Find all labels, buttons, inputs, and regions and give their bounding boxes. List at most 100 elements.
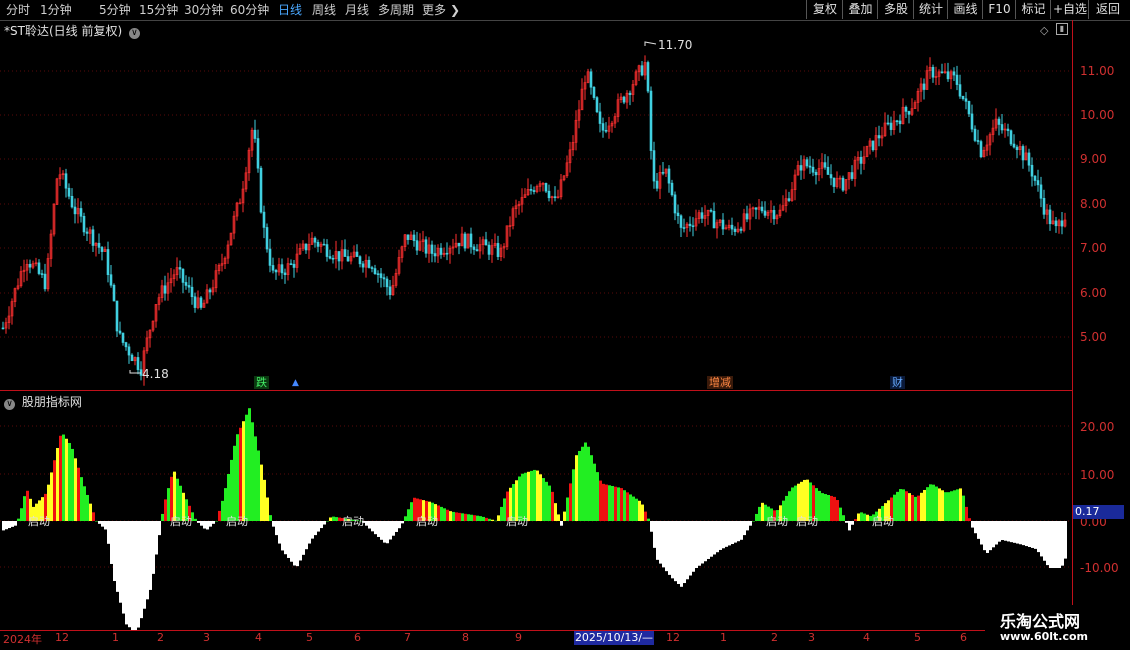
candle-body [355, 251, 359, 257]
indicator-bar [986, 521, 989, 553]
indicator-bar [122, 521, 125, 614]
indicator-bar [2, 521, 5, 531]
indicator-bar [950, 491, 953, 521]
indicator-bar [62, 434, 65, 521]
candle-body [385, 278, 389, 288]
indicator-bar [830, 495, 833, 521]
indicator-bar [149, 521, 152, 590]
indicator-bar [461, 513, 464, 521]
candle-body [700, 212, 704, 219]
indicator-bar [74, 458, 77, 521]
event-flag-fall[interactable]: 跌 [254, 376, 269, 389]
indicator-bar [719, 521, 722, 550]
indicator-bar [296, 521, 299, 567]
candle-body [904, 106, 908, 112]
toolbar-button[interactable]: 返回 [1088, 0, 1127, 19]
indicator-bar [389, 521, 392, 540]
indicator-bar [113, 521, 116, 582]
candle-body [886, 122, 890, 125]
indicator-bar [536, 470, 539, 521]
indicator-bar [749, 521, 752, 526]
candle-body [208, 289, 212, 293]
indicator-bar [863, 513, 866, 521]
indicator-bar [1043, 521, 1046, 561]
signal-label: 启动 [872, 515, 894, 528]
indicator-bar [959, 488, 962, 521]
candle-body [799, 165, 803, 171]
chart-canvas[interactable] [0, 0, 1072, 630]
indicator-bar [572, 469, 575, 521]
candle-body [487, 244, 491, 255]
candle-body [871, 140, 875, 151]
candle-body [97, 242, 101, 248]
candle-body [967, 101, 971, 115]
indicator-bar [1034, 521, 1037, 549]
time-label: 1 [720, 631, 727, 644]
indicator-bar [449, 511, 452, 521]
candle-body [280, 264, 284, 274]
candle-body [190, 286, 194, 298]
indicator-bar [155, 521, 158, 555]
candle-body [496, 243, 500, 257]
event-flag-change[interactable]: 增减 [707, 376, 733, 389]
indicator-bar [302, 521, 305, 555]
indicator-bar [965, 506, 968, 521]
candle-body [1, 327, 5, 330]
indicator-bar [635, 498, 638, 521]
candle-body [271, 265, 275, 271]
indicator-bar [221, 500, 224, 521]
candle-body [673, 194, 677, 214]
candle-body [601, 123, 605, 131]
signal-label: 启动 [506, 515, 528, 528]
candle-body [745, 213, 749, 220]
indicator-bar [962, 495, 965, 521]
indicator-bar [977, 521, 980, 539]
candle-body [106, 249, 110, 275]
candle-body [268, 248, 272, 266]
indicator-bar [680, 521, 683, 587]
candle-body [382, 277, 386, 280]
candle-body [79, 208, 83, 217]
pane-separator[interactable] [0, 390, 1072, 391]
candle-body [640, 65, 644, 76]
indicator-bar [95, 521, 98, 522]
indicator-bar [836, 500, 839, 521]
candle-body [82, 216, 86, 233]
candle-body [958, 84, 962, 97]
indicator-bar [842, 515, 845, 521]
indicator-bar [1031, 521, 1034, 548]
indicator-bar [11, 521, 14, 527]
candlestick-series[interactable] [1, 55, 1067, 386]
candle-body [739, 228, 743, 231]
candle-body [130, 354, 134, 362]
min-price-label: 4.18 [142, 367, 169, 381]
indicator-bar [920, 492, 923, 521]
indicator-bar [14, 521, 17, 526]
indicator-bar [758, 506, 761, 521]
chevron-down-icon[interactable]: ∨ [4, 399, 15, 410]
indicator-bar [320, 521, 323, 529]
event-flag-finance[interactable]: 财 [890, 376, 905, 389]
candle-body [544, 183, 548, 192]
indicator-bar [197, 521, 200, 523]
indicator-bar [671, 521, 674, 579]
indicator-bar [704, 521, 707, 562]
indicator-bar [839, 507, 842, 521]
indicator-bar [464, 513, 467, 521]
candle-body [832, 177, 836, 187]
candle-body [676, 212, 680, 217]
candle-body [343, 249, 347, 257]
time-label: 6 [960, 631, 967, 644]
candle-body [547, 190, 551, 199]
indicator-bar [410, 502, 413, 521]
candle-body [589, 71, 593, 88]
indicator-bar [917, 495, 920, 521]
candle-body [964, 98, 968, 102]
candle-body [877, 135, 881, 139]
indicator-bars [2, 408, 1067, 630]
candle-body [808, 165, 812, 168]
indicator-bar [125, 521, 128, 625]
indicator-bar [107, 521, 110, 544]
indicator-bar [545, 481, 548, 521]
indicator-bar [143, 521, 146, 609]
